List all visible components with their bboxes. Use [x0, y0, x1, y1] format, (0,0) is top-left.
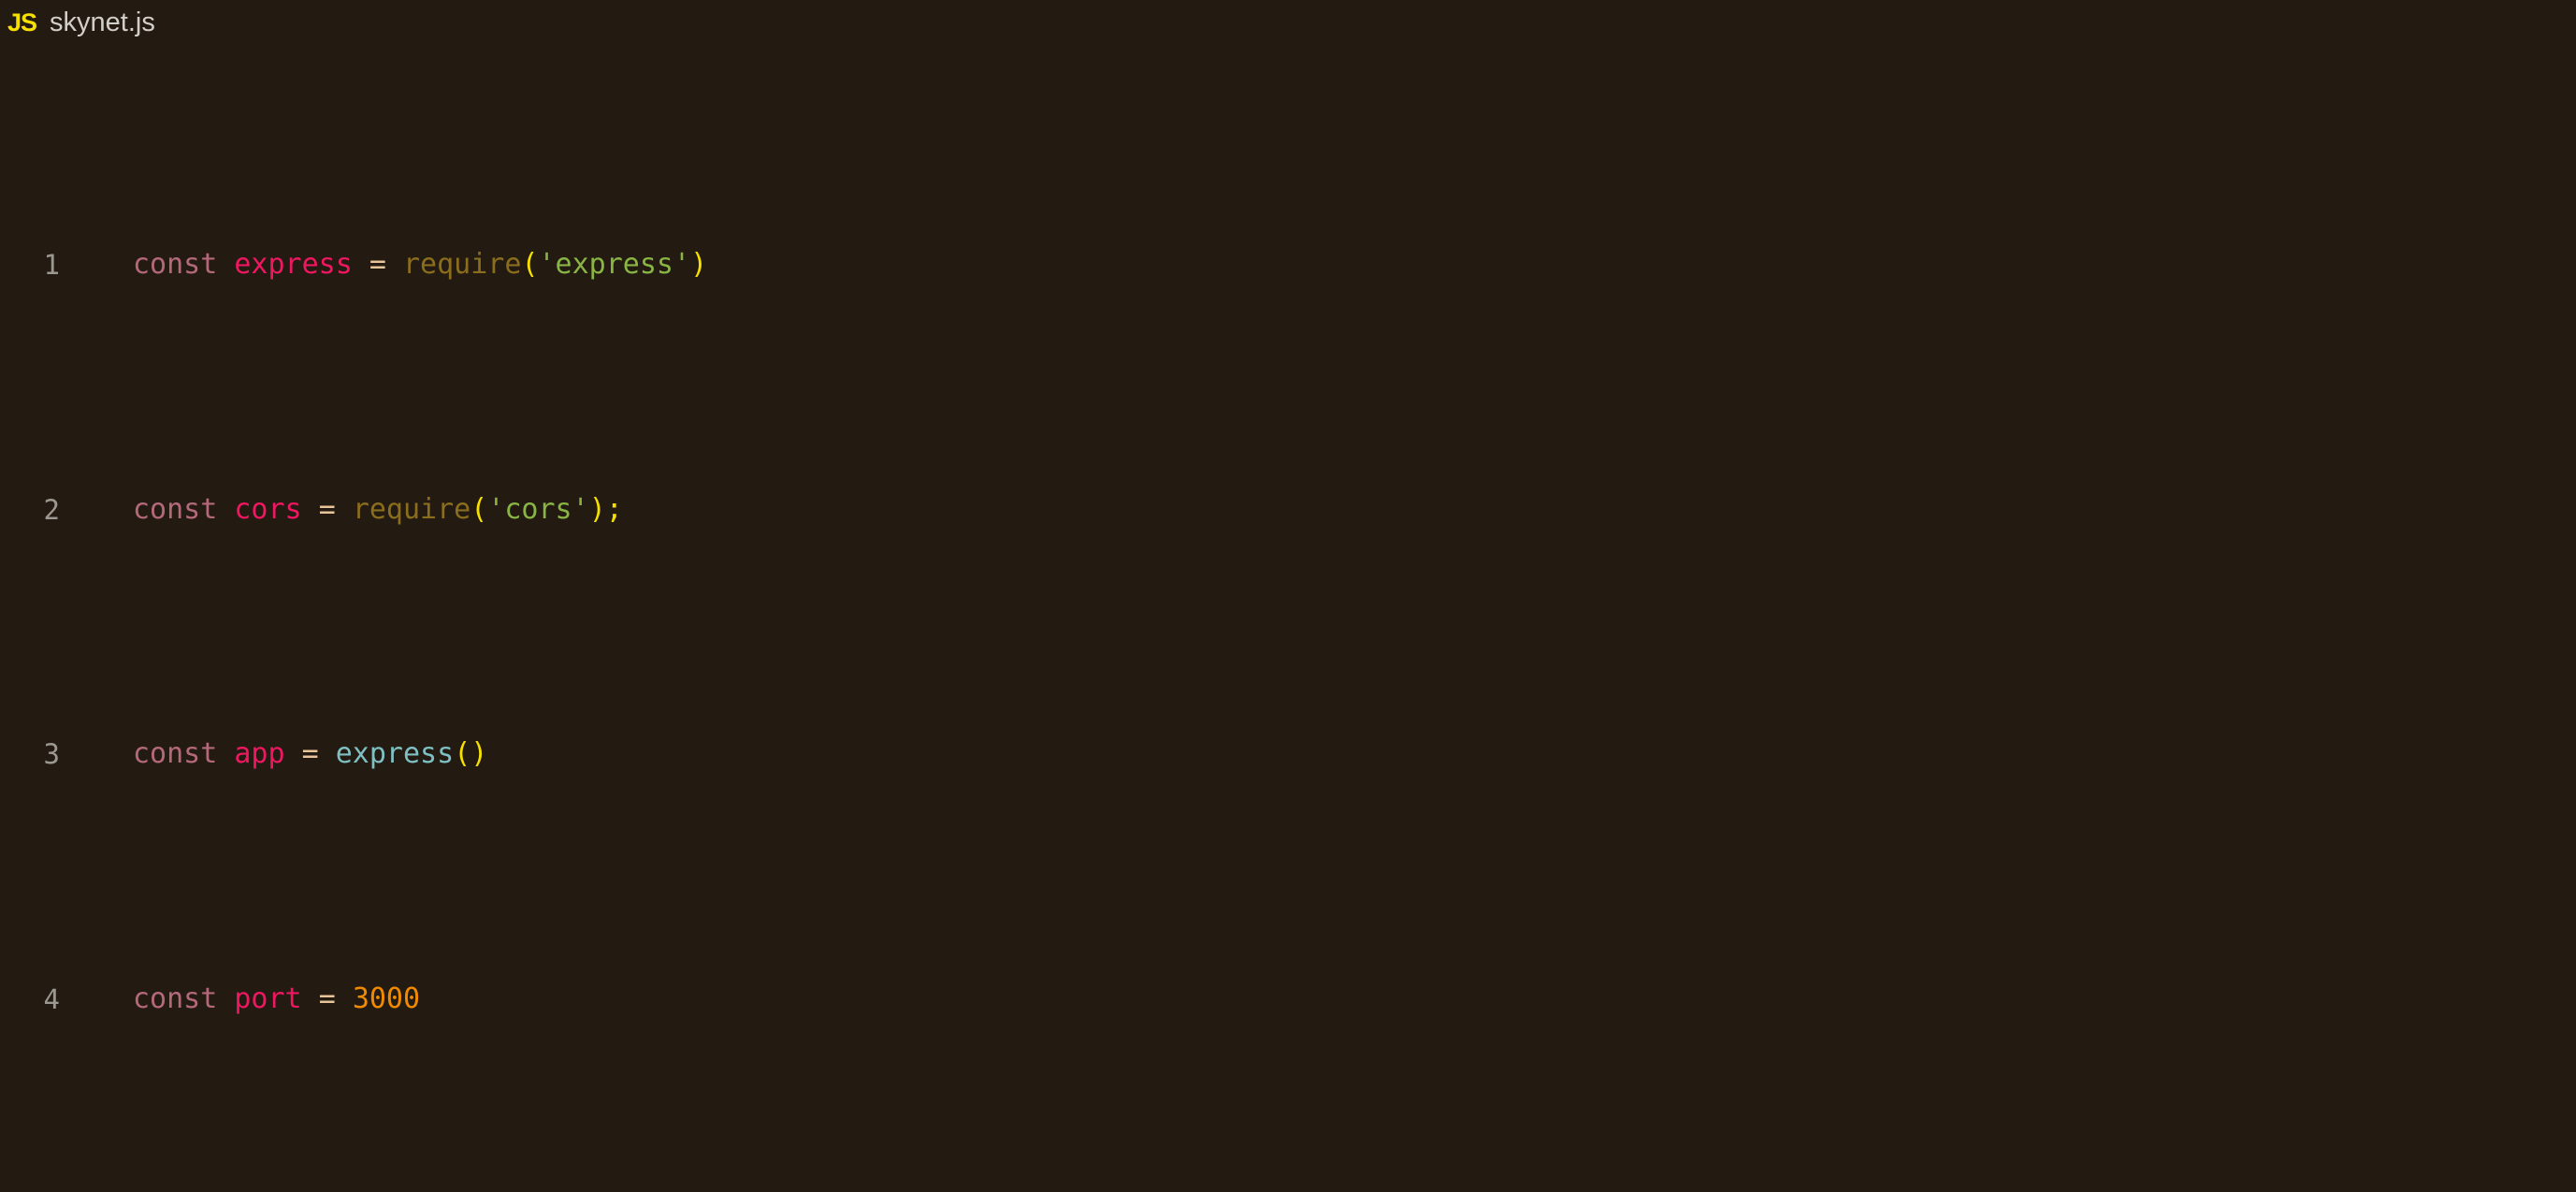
- line-content[interactable]: const app = express(): [75, 730, 2576, 778]
- token-function: require: [403, 248, 522, 282]
- token-semicolon: ;: [605, 492, 623, 526]
- line-number: 4: [43, 982, 60, 1015]
- token-operator: =: [318, 981, 336, 1015]
- token-string: 'express': [538, 248, 691, 282]
- token-operator: =: [318, 492, 336, 526]
- line-number: 1: [43, 249, 60, 282]
- token-variable: port: [234, 981, 302, 1015]
- token-keyword: const: [133, 492, 218, 526]
- token-operator: =: [369, 248, 386, 282]
- code-editor-surface[interactable]: 1 const express = require('express') 2 c…: [0, 45, 2576, 1192]
- token-method: express: [335, 737, 455, 771]
- line-content[interactable]: const cors = require('cors');: [75, 486, 2576, 534]
- code-line[interactable]: 2 const cors = require('cors');: [0, 486, 2576, 534]
- token-paren-close: ): [690, 248, 708, 282]
- line-number: 2: [43, 493, 60, 526]
- token-variable: express: [234, 248, 353, 282]
- token-paren-open: (): [454, 737, 488, 771]
- token-paren-open: (: [470, 492, 488, 526]
- token-keyword: const: [133, 737, 218, 771]
- token-variable: cors: [234, 492, 302, 526]
- editor-title-bar: JS skynet.js: [0, 0, 2576, 45]
- token-number: 3000: [352, 981, 421, 1015]
- line-number: 3: [43, 738, 60, 771]
- code-line[interactable]: 4 const port = 3000: [0, 975, 2576, 1024]
- line-content[interactable]: const express = require('express'): [75, 240, 2576, 289]
- token-paren-close: ): [588, 492, 606, 526]
- token-keyword: const: [133, 248, 218, 282]
- line-content[interactable]: const port = 3000: [75, 975, 2576, 1024]
- token-string: 'cors': [487, 492, 589, 526]
- file-name-label: skynet.js: [50, 7, 155, 37]
- token-variable: app: [234, 737, 285, 771]
- token-keyword: const: [133, 981, 218, 1015]
- javascript-file-icon: JS: [7, 7, 37, 36]
- code-line[interactable]: 1 const express = require('express'): [0, 240, 2576, 289]
- token-operator: =: [301, 737, 319, 771]
- code-line[interactable]: 3 const app = express(): [0, 730, 2576, 778]
- token-function: require: [352, 492, 471, 526]
- token-paren-open: (: [521, 248, 539, 282]
